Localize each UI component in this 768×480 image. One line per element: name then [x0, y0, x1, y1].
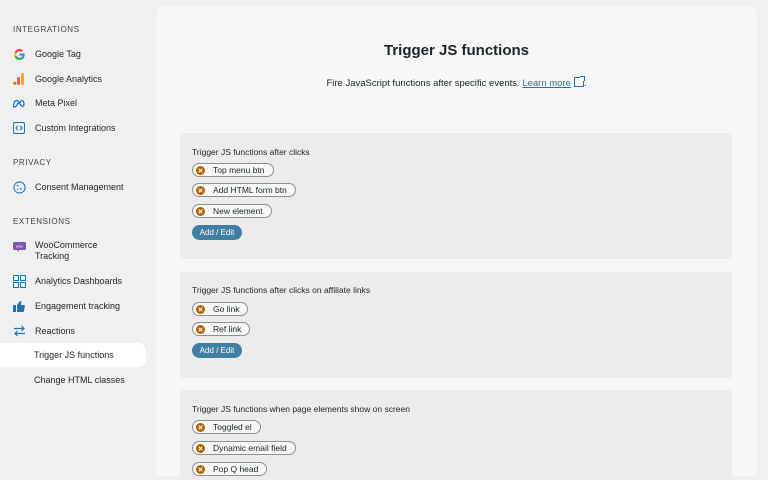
main-panel: Trigger JS functions Fire JavaScript fun…	[156, 6, 757, 480]
sidebar-item-change-html-classes[interactable]: Change HTML classes	[0, 368, 146, 392]
remove-icon[interactable]	[196, 464, 205, 474]
card-elements-on-screen: Trigger JS functions when page elements …	[180, 390, 732, 480]
sidebar-item-google-analytics[interactable]: Google Analytics	[0, 67, 146, 91]
card-affiliate-links: Trigger JS functions after clicks on aff…	[180, 272, 732, 378]
sidebar-item-label: Google Analytics	[35, 73, 103, 84]
sidebar-item-trigger-js-functions[interactable]: Trigger JS functions	[0, 343, 146, 367]
code-icon	[12, 121, 26, 135]
chip-top-menu-btn: Top menu btn	[192, 163, 274, 177]
chip-add-html-form-btn: Add HTML form btn	[192, 183, 296, 197]
sidebar-item-label: Custom Integrations	[35, 122, 116, 133]
remove-icon[interactable]	[196, 165, 205, 175]
thumbs-up-icon	[12, 299, 26, 313]
remove-icon[interactable]	[196, 304, 205, 314]
chip-new-element: New element	[192, 204, 272, 218]
chip-go-link: Go link	[192, 302, 249, 316]
page-title: Trigger JS functions	[383, 42, 530, 59]
add-edit-button[interactable]: Add / Edit	[192, 343, 242, 358]
sidebar-item-label: Google Tag	[35, 48, 81, 59]
remove-icon[interactable]	[196, 443, 205, 453]
remove-icon[interactable]	[196, 185, 205, 195]
sidebar-item-reactions[interactable]: Reactions	[0, 319, 146, 343]
google-icon	[12, 47, 26, 61]
subtitle-text: Fire JavaScript functions after specific…	[326, 78, 520, 89]
sidebar-item-analytics-dashboards[interactable]: Analytics Dashboards	[0, 269, 146, 293]
sidebar-item-label: Change HTML classes	[34, 374, 125, 385]
sidebar-item-label: WooCommerce Tracking	[35, 240, 98, 261]
sidebar-item-custom-integrations[interactable]: Custom Integrations	[0, 116, 146, 140]
add-edit-button[interactable]: Add / Edit	[192, 225, 242, 240]
sidebar-item-label: Consent Management	[35, 181, 124, 192]
remove-icon[interactable]	[196, 324, 205, 334]
cookie-icon	[12, 180, 26, 194]
sidebar-item-meta-pixel[interactable]: Meta Pixel	[0, 91, 146, 115]
sidebar: INTEGRATIONS Google Tag Google Analytics…	[0, 0, 156, 471]
external-link-icon	[573, 76, 585, 87]
sidebar-item-woocommerce[interactable]: woo WooCommerce Tracking	[0, 238, 146, 264]
section-title-integrations: INTEGRATIONS	[13, 25, 80, 34]
sidebar-item-label: Engagement tracking	[35, 300, 121, 311]
sidebar-item-engagement-tracking[interactable]: Engagement tracking	[0, 294, 146, 318]
learn-more-link[interactable]: Learn more	[522, 76, 585, 89]
sidebar-item-label: Analytics Dashboards	[35, 275, 123, 286]
card-title: Trigger JS functions after clicks on aff…	[192, 285, 371, 295]
chip-ref-link: Ref link	[192, 322, 251, 336]
dashboard-icon	[12, 274, 26, 288]
section-title-extensions: EXTENSIONS	[13, 217, 71, 226]
remove-icon[interactable]	[196, 206, 205, 216]
svg-text:woo: woo	[15, 245, 22, 249]
woo-icon: woo	[12, 240, 26, 254]
remove-icon[interactable]	[196, 422, 205, 432]
chip-toggled-el: Toggled el	[192, 420, 261, 434]
sidebar-item-label: Trigger JS functions	[34, 349, 114, 360]
sidebar-item-consent-management[interactable]: Consent Management	[0, 175, 146, 199]
chip-pop-q-head: Pop Q head	[192, 462, 268, 476]
sidebar-item-label: Reactions	[35, 325, 76, 336]
card-title: Trigger JS functions when page elements …	[192, 404, 410, 414]
sidebar-item-label: Meta Pixel	[35, 97, 78, 108]
meta-icon	[12, 96, 26, 110]
sidebar-item-google-tag[interactable]: Google Tag	[0, 42, 146, 66]
arrows-icon	[12, 324, 26, 338]
page-subtitle: Fire JavaScript functions after specific…	[156, 76, 757, 89]
card-title: Trigger JS functions after clicks	[192, 147, 310, 157]
card-after-clicks: Trigger JS functions after clicks Top me…	[180, 133, 732, 259]
section-title-privacy: PRIVACY	[13, 158, 52, 167]
analytics-icon	[12, 72, 26, 86]
chip-dynamic-email-field: Dynamic email field	[192, 441, 296, 455]
